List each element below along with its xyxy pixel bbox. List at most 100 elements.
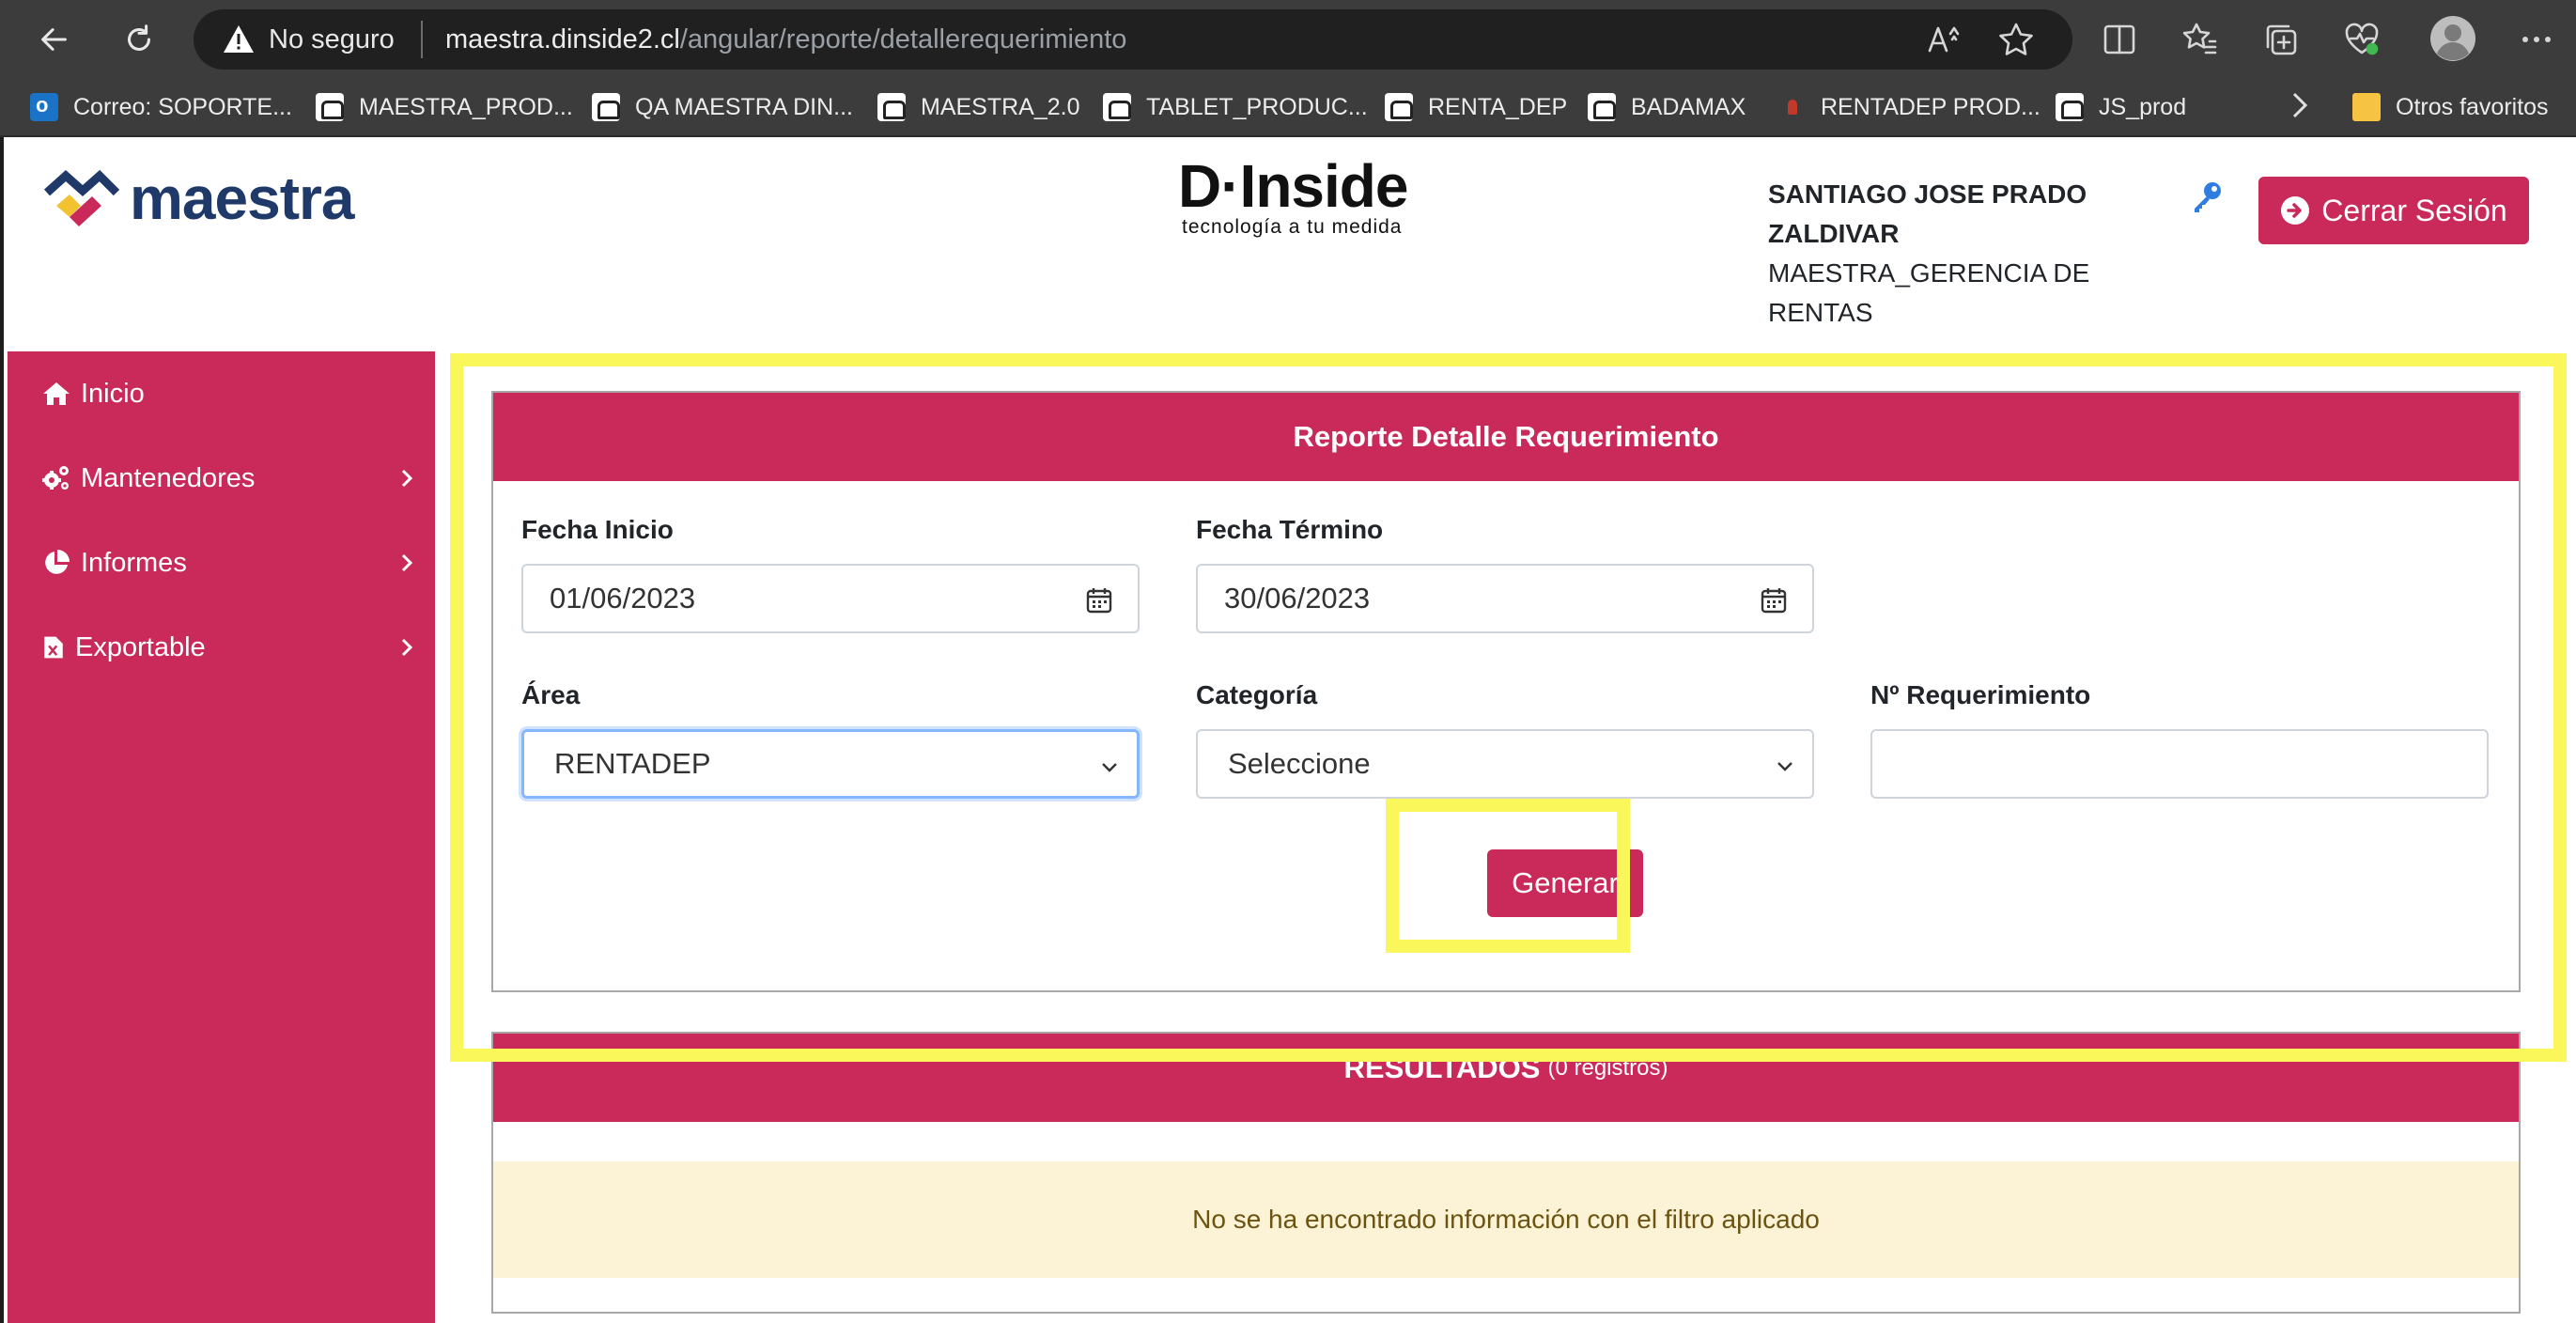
url-host: maestra.dinside2.cl [445,24,680,54]
profile-avatar-icon[interactable] [2429,15,2476,62]
bookmark-label: Otros favoritos [2396,93,2549,120]
area-label: Área [521,680,581,709]
robot-icon [592,93,620,121]
user-role-line2: RENTAS [1768,298,1873,327]
maestra-logo-text: maestra [130,164,354,232]
logout-button[interactable]: Cerrar Sesión [2258,177,2529,244]
sidebar-item-mantenedores[interactable]: Mantenedores [41,455,417,502]
chevron-right-icon [401,553,413,572]
user-name-line1: SANTIAGO JOSE PRADO [1768,179,2087,209]
report-title: Reporte Detalle Requerimiento [493,393,2519,481]
read-aloud-icon[interactable] [1924,21,1962,58]
chevron-down-icon [1777,762,1792,771]
sidebar-item-exportable[interactable]: Exportable [41,624,417,671]
categoria-label: Categoría [1196,680,1318,709]
area-select[interactable]: RENTADEP [521,729,1140,799]
bookmark-label: TABLET_PRODUC... [1146,93,1368,120]
sidebar-item-inicio[interactable]: Inicio [41,370,417,417]
bookmark-renta-dep[interactable]: RENTA_DEP [1385,88,1567,126]
logout-label: Cerrar Sesión [2321,193,2507,227]
bookmark-js-prod[interactable]: JS_prod [2056,88,2186,126]
bookmark-label: BADAMAX [1631,93,1746,120]
folder-icon [2352,93,2381,121]
home-icon [43,382,70,405]
excel-file-icon [44,636,63,659]
chevron-down-icon [1102,763,1117,772]
main-content: Reporte Detalle Requerimiento Fecha Inic… [435,351,2576,1323]
sidebar-item-informes[interactable]: Informes [41,539,417,586]
empty-results-alert: No se ha encontrado información con el f… [493,1161,2519,1278]
arrow-left-icon [41,28,67,51]
fecha-inicio-value: 01/06/2023 [550,582,696,615]
generate-label: Generar [1512,866,1619,899]
reload-button[interactable] [113,13,165,66]
dinside-logo-text: D·Inside [1178,152,1408,220]
collections-icon[interactable] [2262,21,2300,58]
bookmark-label: JS_prod [2099,93,2187,120]
bookmark-maestra-2[interactable]: MAESTRA_2.0 [877,88,1080,126]
calendar-icon[interactable] [1085,586,1113,615]
favorite-star-icon[interactable] [1997,21,2035,58]
split-screen-icon[interactable] [2101,21,2138,58]
robot-icon [1588,93,1616,121]
dep-icon [1777,93,1806,121]
maestra-logo-mark-icon [43,169,120,226]
results-card: RESULTADOS (0 registros) No se ha encont… [491,1032,2521,1314]
bookmark-label: Correo: SOPORTE... [73,93,292,120]
user-role-line1: MAESTRA_GERENCIA DE [1768,258,2090,288]
dinside-logo: D·Inside tecnología a tu medida [1178,152,1408,239]
fecha-termino-value: 30/06/2023 [1224,582,1371,615]
calendar-icon[interactable] [1760,586,1788,615]
dinside-tagline: tecnología a tu medida [1182,216,1403,238]
user-info: SANTIAGO JOSE PRADO ZALDIVAR MAESTRA_GER… [1768,175,2144,333]
bookmarks-overflow-chevron-icon[interactable] [2283,86,2317,124]
outlook-icon [30,93,58,121]
gears-icon [42,466,69,490]
results-title: RESULTADOS [1343,1051,1541,1084]
sidebar-item-label: Informes [81,547,187,578]
requerimiento-label: Nº Requerimiento [1870,680,2091,709]
user-name-line2: ZALDIVAR [1768,219,1900,248]
robot-icon [1385,93,1413,121]
bookmark-correo[interactable]: Correo: SOPORTE... [30,88,292,126]
url-text[interactable]: maestra.dinside2.cl/angular/reporte/deta… [445,23,1126,56]
area-selected-value: RENTADEP [554,747,711,780]
bookmark-tablet-produc[interactable]: TABLET_PRODUC... [1103,88,1368,126]
fecha-inicio-input[interactable]: 01/06/2023 [521,564,1140,633]
url-separator [421,21,423,58]
url-path: /angular/reporte/detallerequerimiento [679,24,1127,54]
bookmark-label: MAESTRA_2.0 [921,93,1080,120]
categoria-select[interactable]: Seleccione [1196,729,1814,799]
sidebar-item-label: Inicio [81,378,145,409]
chevron-right-icon [401,638,413,657]
fecha-termino-input[interactable]: 30/06/2023 [1196,564,1814,633]
security-status[interactable]: No seguro [269,23,395,56]
warning-icon [224,25,254,53]
sidebar: Inicio Mantenedores Informes Exportable [8,351,435,1323]
results-count: (0 registros) [1547,1055,1668,1081]
maestra-logo[interactable]: maestra [43,163,354,233]
sidebar-item-label: Exportable [75,631,206,662]
browser-essentials-icon[interactable] [2343,21,2381,58]
pie-chart-icon [45,550,70,574]
requerimiento-input[interactable] [1870,729,2489,799]
bookmark-badamax[interactable]: BADAMAX [1588,88,1746,126]
robot-icon [316,93,344,121]
categoria-selected-value: Seleccione [1228,747,1371,780]
bookmark-otros-favoritos[interactable]: Otros favoritos [2352,88,2549,126]
favorites-icon[interactable] [2181,21,2219,58]
bookmark-qa-maestra[interactable]: QA MAESTRA DIN... [592,88,853,126]
robot-icon [2056,93,2084,121]
address-bar[interactable]: No seguro maestra.dinside2.cl/angular/re… [194,9,2072,70]
chevron-right-icon [401,469,413,488]
bookmark-rentadep-prod[interactable]: RENTADEP PROD... [1777,88,2041,126]
key-icon[interactable] [2188,179,2226,216]
generate-button[interactable]: Generar [1487,849,1643,917]
more-menu-icon[interactable] [2518,21,2555,58]
sidebar-item-label: Mantenedores [81,462,256,493]
bookmark-label: RENTA_DEP [1428,93,1568,120]
report-filter-card: Reporte Detalle Requerimiento Fecha Inic… [491,391,2521,992]
bookmark-maestra-prod[interactable]: MAESTRA_PROD... [316,88,573,126]
back-button[interactable] [28,13,81,66]
reload-icon [128,24,150,51]
